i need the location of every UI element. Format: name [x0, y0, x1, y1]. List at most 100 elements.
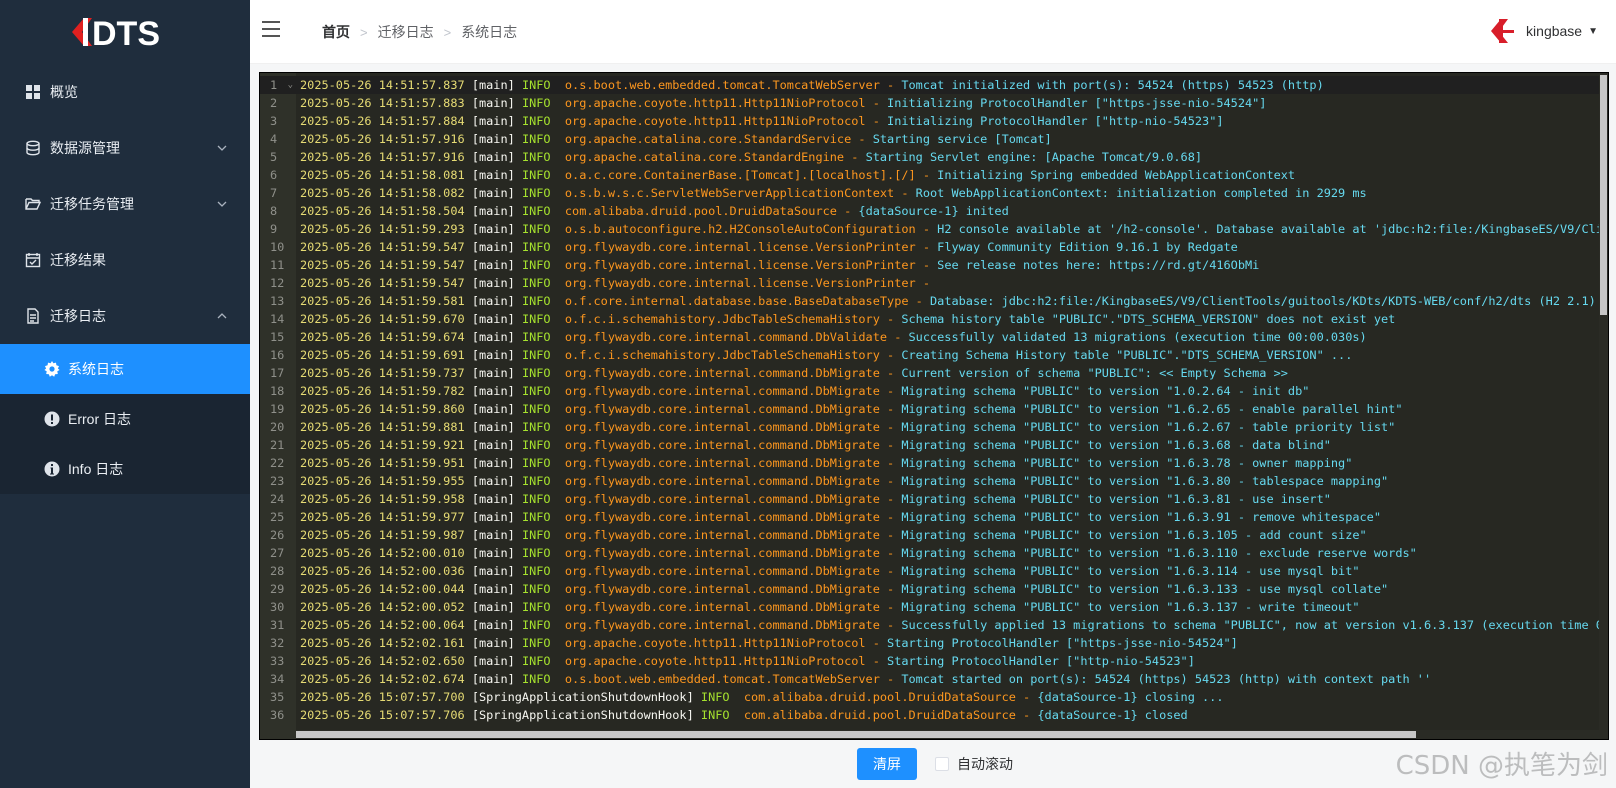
log-thread: [main]: [471, 510, 522, 524]
log-timestamp: 2025-05-26 14:51:57.883: [300, 96, 472, 110]
sidebar-item-error-log[interactable]: Error 日志: [0, 394, 250, 444]
log-thread: [main]: [471, 168, 522, 182]
log-message: Migrating schema "PUBLIC" to version "1.…: [901, 420, 1396, 434]
log-message: Current version of schema "PUBLIC": << E…: [901, 366, 1288, 380]
line-number: 22: [270, 456, 285, 470]
fold-arrow-icon[interactable]: ⌄: [288, 76, 293, 94]
log-text: 2025-05-26 14:51:59.951 [main] INFO org.…: [296, 454, 1352, 472]
log-thread: [main]: [471, 672, 522, 686]
line-number: 33: [270, 654, 285, 668]
log-timestamp: 2025-05-26 14:51:59.951: [300, 456, 472, 470]
log-thread: [main]: [471, 366, 522, 380]
log-level: INFO: [521, 672, 565, 686]
log-level: INFO: [521, 618, 565, 632]
vertical-scrollbar[interactable]: [1599, 73, 1608, 739]
log-thread: [main]: [471, 528, 522, 542]
log-text: 2025-05-26 14:52:02.674 [main] INFO o.s.…: [296, 670, 1431, 688]
log-thread: [main]: [471, 78, 522, 92]
log-thread: [main]: [471, 384, 522, 398]
sidebar-item-label: Error 日志: [68, 411, 131, 427]
log-thread: [main]: [471, 276, 522, 290]
log-timestamp: 2025-05-26 14:51:58.504: [300, 204, 472, 218]
log-text: 2025-05-26 14:51:57.837 [main] INFO o.s.…: [296, 76, 1324, 94]
log-line: 1 ⌄ 2025-05-26 14:51:57.837 [main] INFO o.…: [260, 76, 1608, 94]
log-line: 15 2025-05-26 14:51:59.674 [main] INFO or…: [260, 328, 1608, 346]
log-message: Migrating schema "PUBLIC" to version "1.…: [901, 582, 1389, 596]
sidebar-item-system-log[interactable]: 系统日志: [0, 344, 250, 394]
log-logger: com.alibaba.druid.pool.DruidDataSource -: [743, 708, 1038, 722]
line-number: 26: [270, 528, 285, 542]
breadcrumb-home[interactable]: 首页: [322, 22, 350, 42]
log-level: INFO: [521, 492, 565, 506]
log-level: INFO: [521, 456, 565, 470]
log-thread: [main]: [471, 492, 522, 506]
breadcrumb-migration-logs: 迁移日志: [377, 24, 434, 40]
log-logger: org.flywaydb.core.internal.command.DbMig…: [564, 528, 902, 542]
log-message: Starting ProtocolHandler ["http-nio-5452…: [887, 654, 1195, 668]
log-timestamp: 2025-05-26 14:52:02.674: [300, 672, 472, 686]
log-text: 2025-05-26 14:51:59.987 [main] INFO org.…: [296, 526, 1367, 544]
sidebar-item-datasource[interactable]: 数据源管理: [0, 120, 250, 176]
sidebar-item-label: 系统日志: [68, 361, 124, 377]
gear-icon: [44, 361, 60, 377]
log-viewer[interactable]: 1 ⌄ 2025-05-26 14:51:57.837 [main] INFO o.…: [259, 72, 1609, 740]
sidebar-item-migration-logs[interactable]: 迁移日志: [0, 288, 250, 344]
log-logger: org.flywaydb.core.internal.command.DbMig…: [564, 618, 902, 632]
line-number: 29: [270, 582, 285, 596]
chevron-down-icon: [217, 145, 227, 151]
line-number: 24: [270, 492, 285, 506]
log-logger: o.f.core.internal.database.base.BaseData…: [564, 294, 930, 308]
log-timestamp: 2025-05-26 14:51:59.860: [300, 402, 472, 416]
log-logger: org.flywaydb.core.internal.command.DbMig…: [564, 582, 902, 596]
log-text: 2025-05-26 14:51:59.547 [main] INFO org.…: [296, 238, 1238, 256]
line-number: 25: [270, 510, 285, 524]
log-text: 2025-05-26 14:52:00.064 [main] INFO org.…: [296, 616, 1608, 634]
log-line: 10 2025-05-26 14:51:59.547 [main] INFO or…: [260, 238, 1608, 256]
horizontal-scrollbar-thumb[interactable]: [296, 731, 1416, 738]
sidebar-item-overview[interactable]: 概览: [0, 64, 250, 120]
log-thread: [main]: [471, 186, 522, 200]
line-number: 34: [270, 672, 285, 686]
line-number: 9: [270, 222, 278, 236]
log-logger: o.s.boot.web.embedded.tomcat.TomcatWebSe…: [564, 672, 902, 686]
log-timestamp: 2025-05-26 14:51:59.921: [300, 438, 472, 452]
log-timestamp: 2025-05-26 14:51:59.955: [300, 474, 472, 488]
vertical-scrollbar-thumb[interactable]: [1600, 75, 1607, 315]
log-text: 2025-05-26 14:52:00.052 [main] INFO org.…: [296, 598, 1360, 616]
log-logger: o.s.b.w.s.c.ServletWebServerApplicationC…: [564, 186, 916, 200]
log-text: 2025-05-26 14:51:58.081 [main] INFO o.a.…: [296, 166, 1295, 184]
log-level: INFO: [521, 258, 565, 272]
log-level: INFO: [521, 636, 565, 650]
auto-scroll-checkbox[interactable]: [935, 757, 949, 771]
log-thread: [main]: [471, 582, 522, 596]
log-line: 34 2025-05-26 14:52:02.674 [main] INFO o.…: [260, 670, 1608, 688]
horizontal-scrollbar[interactable]: [296, 730, 1601, 739]
line-number: 16: [270, 348, 285, 362]
log-logger: org.flywaydb.core.internal.command.DbMig…: [564, 366, 902, 380]
sidebar-item-migration-results[interactable]: 迁移结果: [0, 232, 250, 288]
log-thread: [main]: [471, 600, 522, 614]
log-thread: [main]: [471, 564, 522, 578]
log-timestamp: 2025-05-26 14:51:58.082: [300, 186, 472, 200]
log-thread: [main]: [471, 294, 522, 308]
log-text: 2025-05-26 15:07:57.706 [SpringApplicati…: [296, 706, 1188, 724]
log-timestamp: 2025-05-26 14:52:00.044: [300, 582, 472, 596]
log-line: 17 2025-05-26 14:51:59.737 [main] INFO or…: [260, 364, 1608, 382]
sidebar-item-info-log[interactable]: Info 日志: [0, 444, 250, 494]
log-level: INFO: [521, 600, 565, 614]
log-text: 2025-05-26 14:51:59.547 [main] INFO org.…: [296, 256, 1259, 274]
log-timestamp: 2025-05-26 14:51:57.884: [300, 114, 472, 128]
log-text: 2025-05-26 14:52:02.650 [main] INFO org.…: [296, 652, 1195, 670]
log-message: Initializing ProtocolHandler ["https-jss…: [887, 96, 1267, 110]
clear-screen-button[interactable]: 清屏: [857, 748, 917, 780]
log-timestamp: 2025-05-26 14:52:02.650: [300, 654, 472, 668]
username: kingbase: [1526, 23, 1583, 39]
log-timestamp: 2025-05-26 14:51:59.737: [300, 366, 472, 380]
sidebar-item-migration-tasks[interactable]: 迁移任务管理: [0, 176, 250, 232]
log-level: INFO: [700, 690, 744, 704]
log-text: 2025-05-26 14:51:59.782 [main] INFO org.…: [296, 382, 1309, 400]
line-number: 32: [270, 636, 285, 650]
user-menu[interactable]: kingbase ▼: [1488, 16, 1598, 46]
hamburger-menu-icon[interactable]: [262, 20, 282, 38]
auto-scroll-toggle[interactable]: 自动滚动: [935, 754, 1013, 774]
